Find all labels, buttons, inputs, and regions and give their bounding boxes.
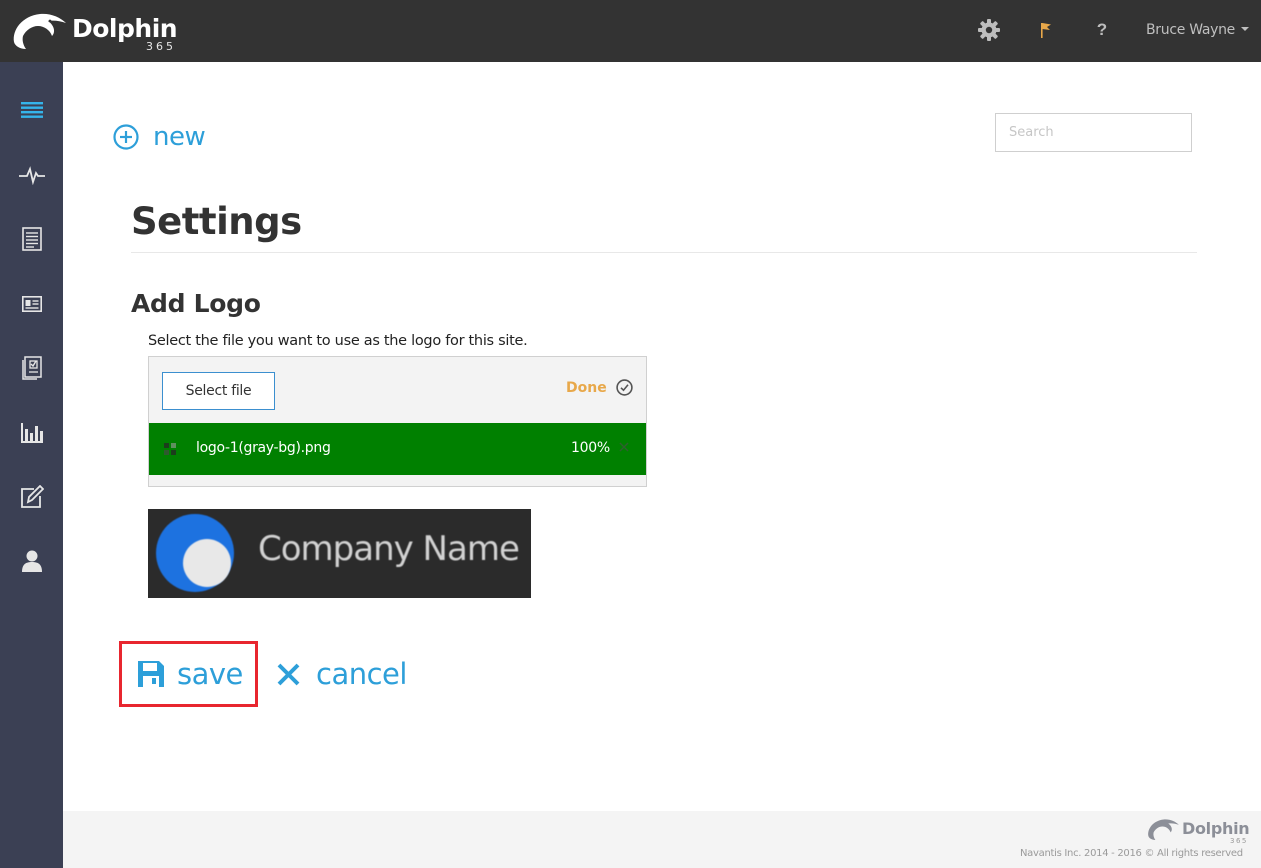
sidebar (0, 62, 63, 868)
logo-company-text: Company Name (258, 529, 520, 569)
save-button[interactable]: save (119, 641, 258, 707)
select-file-button[interactable]: Select file (162, 372, 275, 410)
settings-button[interactable] (977, 18, 1001, 42)
brand-name: Dolphin (72, 14, 178, 43)
dolphin-logo-icon (13, 13, 67, 50)
footer-logo-subtitle: 365 (1230, 837, 1248, 845)
document-icon (22, 227, 42, 251)
plus-circle-icon (113, 124, 139, 150)
uploaded-file-row: logo-1(gray-bg).png 100% (149, 423, 646, 475)
page-title: Settings (131, 200, 302, 243)
upload-status: Done (566, 379, 633, 396)
sidebar-item-profile[interactable] (16, 546, 48, 576)
upload-status-label: Done (566, 379, 607, 396)
section-description: Select the file you want to use as the l… (148, 333, 528, 349)
user-icon (22, 550, 42, 572)
drag-handle-icon[interactable] (164, 443, 177, 456)
sidebar-item-menu[interactable] (16, 95, 48, 125)
save-button-label: save (177, 657, 243, 691)
flag-icon (1041, 23, 1051, 38)
copyright-text: Navantis Inc. 2014 - 2016 © All rights r… (1020, 848, 1243, 859)
upload-progress: 100% (571, 440, 610, 456)
title-divider (131, 252, 1197, 253)
dolphin-logo-icon (1148, 819, 1179, 840)
gear-icon (978, 19, 1000, 41)
menu-icon (21, 102, 43, 118)
help-button[interactable]: ? (1093, 18, 1111, 42)
checklist-icon (22, 356, 42, 380)
logo-mark-inner (183, 539, 231, 587)
notifications-button[interactable] (1036, 18, 1056, 42)
footer-logo-name: Dolphin (1182, 819, 1250, 838)
sidebar-item-reports[interactable] (16, 418, 48, 448)
sidebar-item-edit[interactable] (16, 482, 48, 512)
close-icon[interactable] (618, 441, 630, 453)
cancel-button-label: cancel (316, 657, 407, 691)
footer-logo: Dolphin 365 (1146, 817, 1250, 845)
footer (63, 811, 1261, 868)
sidebar-item-contacts[interactable] (16, 289, 48, 319)
bar-chart-icon (21, 423, 43, 443)
sidebar-item-activity[interactable] (16, 160, 48, 190)
logo-preview-image: Company Name (148, 509, 531, 598)
check-circle-icon (616, 379, 633, 396)
file-name: logo-1(gray-bg).png (196, 440, 331, 456)
new-button[interactable]: new (113, 118, 206, 156)
user-name: Bruce Wayne (1146, 22, 1235, 38)
new-button-label: new (153, 122, 206, 152)
help-icon: ? (1096, 20, 1108, 39)
chevron-down-icon (1241, 27, 1249, 31)
floppy-disk-icon (138, 661, 164, 687)
cancel-button[interactable]: cancel (276, 654, 407, 694)
activity-icon (19, 166, 45, 185)
user-menu[interactable]: Bruce Wayne (1146, 22, 1249, 38)
edit-icon (21, 485, 44, 508)
section-title: Add Logo (131, 289, 261, 318)
top-bar: Dolphin 365 ? Bruce Wayne (0, 0, 1261, 62)
file-uploader: Select file Done logo-1(gray-bg).png 100… (148, 356, 647, 487)
brand-subtitle: 365 (146, 40, 176, 53)
brand-logo[interactable]: Dolphin 365 (10, 10, 185, 56)
sidebar-item-tasks[interactable] (16, 353, 48, 383)
search-input[interactable] (995, 113, 1192, 152)
id-card-icon (22, 296, 42, 312)
sidebar-item-documents[interactable] (16, 224, 48, 254)
close-icon (277, 663, 300, 685)
